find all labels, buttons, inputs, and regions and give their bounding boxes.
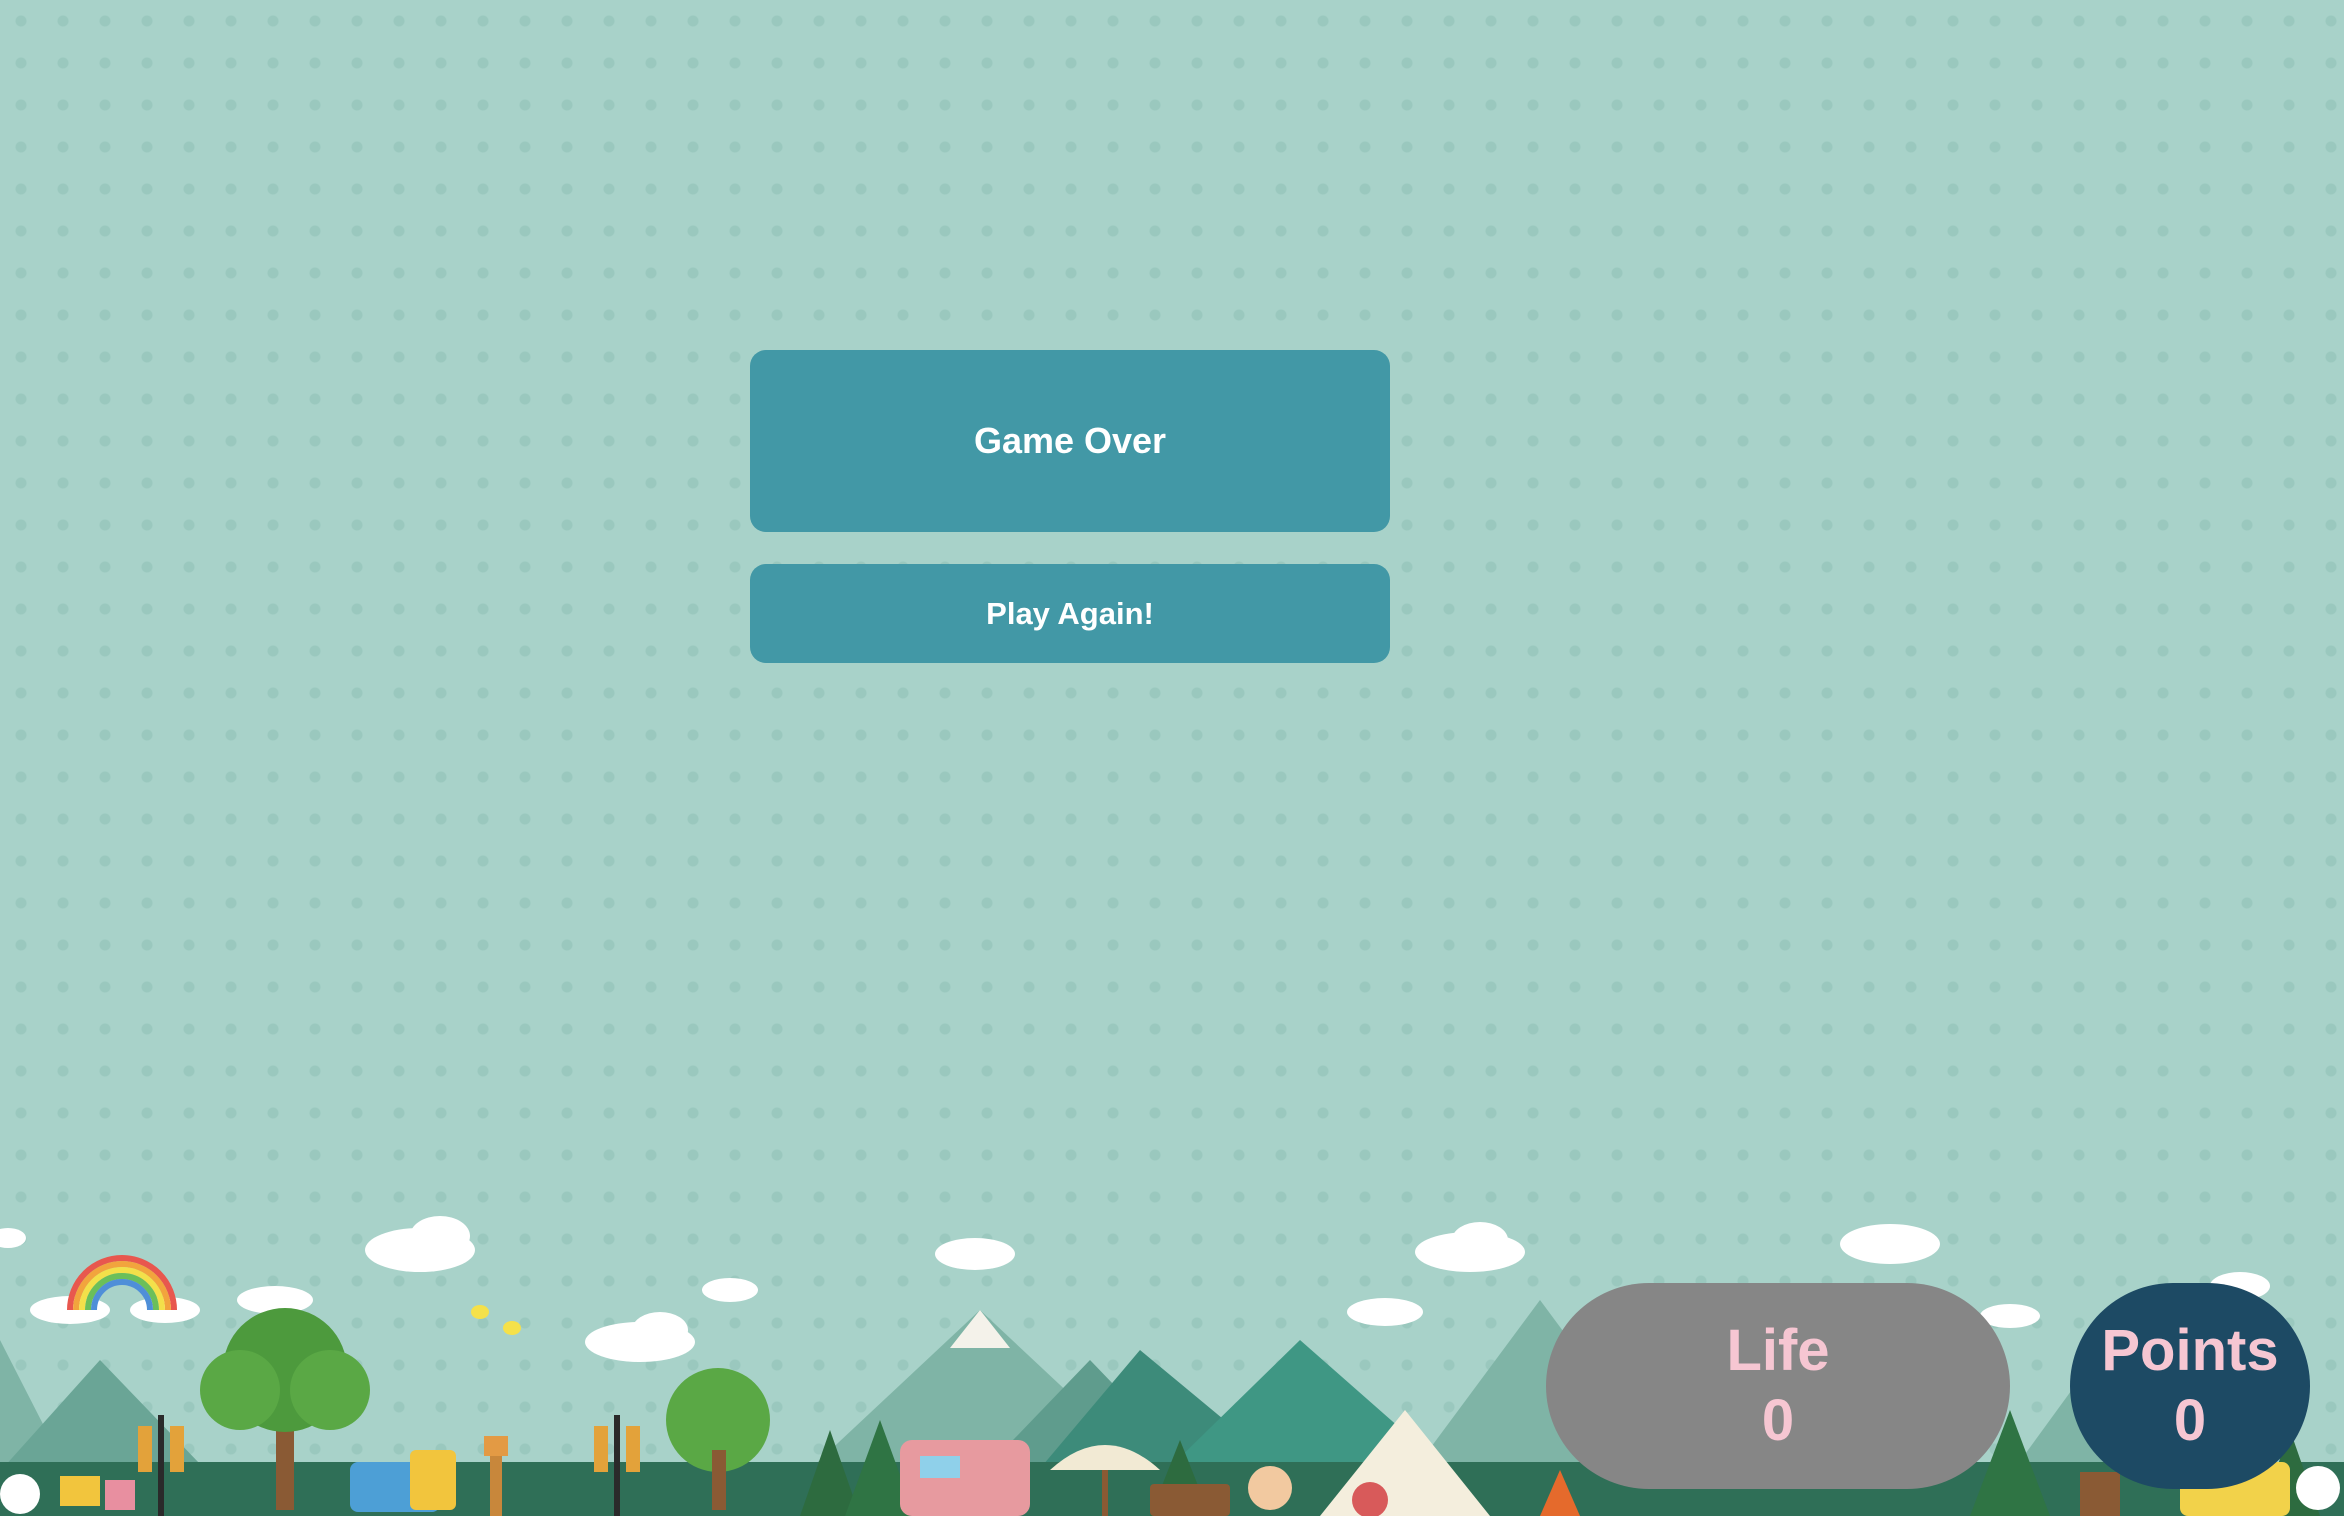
life-value: 0	[1761, 1388, 1795, 1453]
game-over-banner: Game Over	[750, 350, 1390, 532]
play-again-button[interactable]: Play Again!	[750, 564, 1390, 663]
life-counter: Life 0	[1546, 1283, 2010, 1489]
rainbow-icon	[67, 1255, 177, 1311]
game-over-title: Game Over	[973, 420, 1167, 461]
life-label: Life	[1726, 1318, 1830, 1384]
points-counter: Points 0	[2070, 1283, 2310, 1489]
points-value: 0	[2173, 1388, 2207, 1453]
play-again-label: Play Again!	[986, 595, 1154, 631]
butterfly-icon	[471, 1305, 521, 1335]
points-label: Points	[2101, 1318, 2279, 1384]
